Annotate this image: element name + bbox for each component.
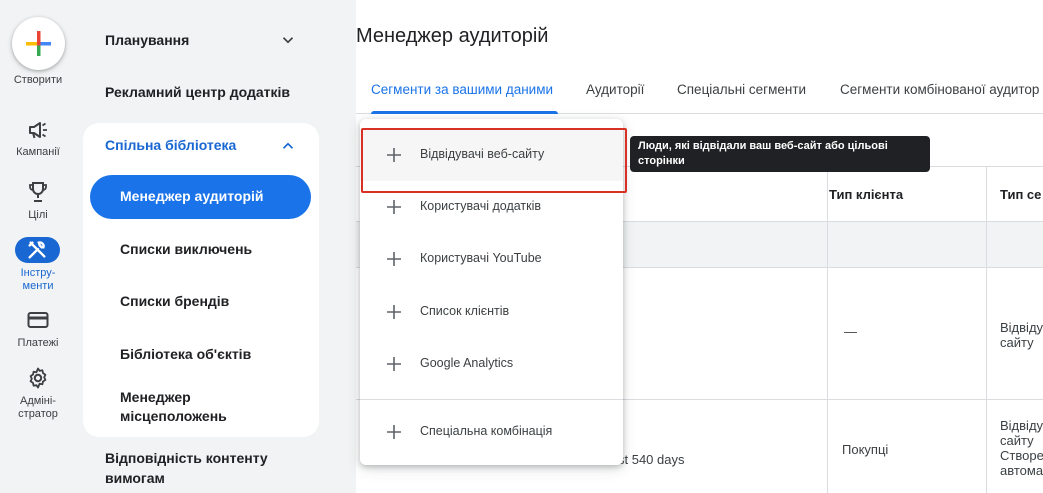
row2-segment-line4: автома <box>1000 463 1043 478</box>
megaphone-icon[interactable] <box>26 118 50 142</box>
nav-item-app-ad-hub[interactable]: Рекламний центр додатків <box>105 84 290 100</box>
plus-icon <box>387 425 401 439</box>
tab-combined-segments[interactable]: Сегменти комбінованої аудитор <box>840 82 1039 97</box>
tooltip: Люди, які відвідали ваш веб-сайт або ціл… <box>630 136 930 172</box>
navigation-panel: Планування Рекламний центр додатків Спіл… <box>76 0 356 493</box>
menu-item-label: Користувачі YouTube <box>420 251 542 265</box>
create-button[interactable] <box>12 17 65 70</box>
rail-item-tools-line2[interactable]: менти <box>0 280 76 293</box>
plus-icon <box>387 200 401 214</box>
nav-item-brand-lists[interactable]: Списки брендів <box>120 291 229 311</box>
rail-item-goals[interactable]: Цілі <box>0 209 76 222</box>
menu-item-label: Спеціальна комбінація <box>420 424 553 438</box>
menu-item-label: Google Analytics <box>420 356 514 370</box>
column-header-client-type[interactable]: Тип клієнта <box>829 187 903 202</box>
tools-icon <box>28 241 46 259</box>
nav-item-planning[interactable]: Планування <box>105 32 189 48</box>
highlight-outline <box>361 128 627 193</box>
plus-icon <box>387 357 401 371</box>
menu-divider <box>360 399 623 400</box>
nav-item-exclusion-lists[interactable]: Списки виключень <box>120 239 252 259</box>
nav-item-asset-library[interactable]: Бібліотека об'єктів <box>120 344 251 364</box>
credit-card-icon[interactable] <box>26 308 50 332</box>
nav-item-location-manager-line1[interactable]: Менеджер <box>120 387 191 407</box>
tab-custom-segments[interactable]: Спеціальні сегменти <box>677 82 806 97</box>
plus-colored-icon <box>26 31 51 56</box>
nav-item-location-manager-line2[interactable]: місцеположень <box>120 406 227 426</box>
tab-your-data-segments[interactable]: Сегменти за вашими даними <box>371 82 553 97</box>
row1-segment-line2: сайту <box>1000 335 1034 350</box>
menu-item-google-analytics[interactable]: Google Analytics <box>360 338 623 390</box>
tab-audiences[interactable]: Аудиторії <box>586 82 644 97</box>
nav-item-audience-manager[interactable]: Менеджер аудиторій <box>90 175 311 219</box>
tooltip-line2: сторінки <box>638 155 685 167</box>
menu-item-customer-list[interactable]: Список клієнтів <box>360 286 623 338</box>
rail-item-billing[interactable]: Платежі <box>0 337 76 350</box>
page-title: Менеджер аудиторій <box>356 25 549 47</box>
active-tab-indicator <box>371 111 558 114</box>
menu-item-custom-combination[interactable]: Спеціальна комбінація <box>360 406 623 458</box>
row2-description: st 540 days <box>618 452 685 467</box>
row2-client-type: Покупці <box>842 442 889 457</box>
trophy-icon[interactable] <box>26 180 50 204</box>
rail-item-campaigns[interactable]: Кампанії <box>0 146 76 159</box>
shared-library-section: Спільна бібліотека Менеджер аудиторій Сп… <box>83 123 319 437</box>
rail-item-admin-line1[interactable]: Адміні- <box>0 395 76 408</box>
row1-client-type: — <box>844 324 857 339</box>
gear-icon[interactable] <box>26 366 50 390</box>
tab-bar: Сегменти за вашими даними Аудиторії Спец… <box>356 68 1043 114</box>
chevron-up-icon[interactable] <box>279 137 297 155</box>
tooltip-line1: Люди, які відвідали ваш веб-сайт або ціл… <box>638 140 888 152</box>
left-rail: Створити Кампанії Цілі Інстру- менти Пла… <box>0 0 76 493</box>
nav-item-policy-line1[interactable]: Відповідність контенту <box>105 450 268 466</box>
menu-item-youtube-users[interactable]: Користувачі YouTube <box>360 233 623 285</box>
column-header-segment-type[interactable]: Тип се <box>1000 187 1041 202</box>
plus-icon <box>387 252 401 266</box>
chevron-down-icon[interactable] <box>279 31 297 49</box>
menu-item-label: Список клієнтів <box>420 304 510 318</box>
create-label: Створити <box>13 74 63 86</box>
plus-icon <box>387 305 401 319</box>
tools-active-pill[interactable] <box>15 237 60 263</box>
nav-item-shared-library[interactable]: Спільна бібліотека <box>105 137 236 153</box>
nav-item-policy-line2[interactable]: вимогам <box>105 470 165 486</box>
menu-item-label: Користувачі додатків <box>420 199 542 213</box>
rail-item-tools-line1[interactable]: Інстру- <box>0 267 76 280</box>
rail-item-admin-line2[interactable]: стратор <box>0 408 76 421</box>
